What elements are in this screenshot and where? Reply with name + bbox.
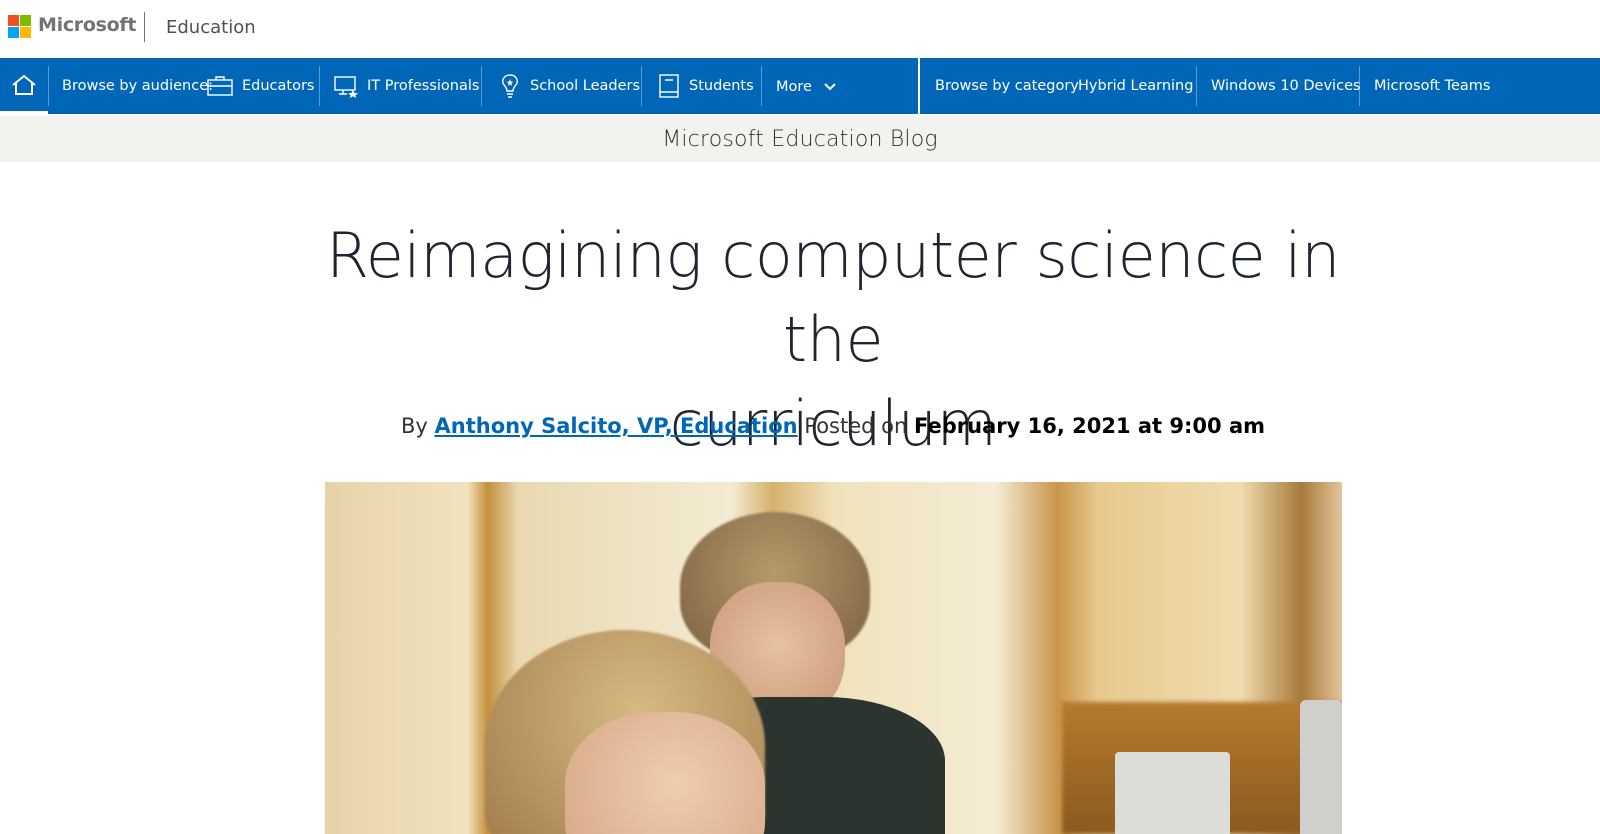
category-item-label: Microsoft Teams xyxy=(1374,78,1491,94)
microsoft-logo-icon[interactable] xyxy=(8,15,31,38)
nav-section-divider xyxy=(918,58,920,114)
audience-label: Browse by audience: xyxy=(62,78,213,94)
posted-prefix: Posted on xyxy=(804,414,908,438)
author-link[interactable]: Anthony Salcito, VP, Education xyxy=(435,414,798,438)
nav-divider xyxy=(641,66,642,106)
brand-bar: Microsoft Education xyxy=(0,0,1600,58)
nav-divider xyxy=(1196,66,1197,106)
lightbulb-icon xyxy=(502,74,518,98)
category-item-hybrid-learning[interactable]: Hybrid Learning xyxy=(1078,58,1193,114)
hero-image-girl-face xyxy=(565,712,765,834)
nav-item-label: Students xyxy=(689,78,754,94)
post-date: February 16, 2021 at 9:00 am xyxy=(914,414,1266,438)
briefcase-icon xyxy=(207,76,233,96)
microsoft-wordmark[interactable]: Microsoft xyxy=(38,14,136,36)
nav-item-school-leaders[interactable]: School Leaders xyxy=(498,58,640,114)
nav-divider xyxy=(481,66,482,106)
chevron-down-icon xyxy=(824,83,836,91)
nav-divider xyxy=(761,66,762,106)
category-item-windows-10-devices[interactable]: Windows 10 Devices xyxy=(1211,58,1361,114)
nav-item-label: Educators xyxy=(242,78,315,94)
nav-item-label: IT Professionals xyxy=(367,78,480,94)
hero-image xyxy=(325,482,1342,834)
more-label: More xyxy=(776,79,812,95)
category-label: Browse by category: xyxy=(935,78,1083,94)
nav-divider xyxy=(1359,66,1360,106)
by-prefix: By xyxy=(400,414,428,438)
nav-item-students[interactable]: Students xyxy=(657,58,754,114)
nav-divider xyxy=(48,66,49,106)
nav-item-it-professionals[interactable]: IT Professionals xyxy=(333,58,479,114)
headline-line-1: Reimagining computer science in the xyxy=(326,219,1340,376)
blog-title-link[interactable]: Microsoft Education Blog xyxy=(662,127,938,152)
education-link[interactable]: Education xyxy=(166,17,256,38)
category-item-microsoft-teams[interactable]: Microsoft Teams xyxy=(1374,58,1490,114)
nav-item-educators[interactable]: Educators xyxy=(206,58,315,114)
devices-icon xyxy=(334,76,358,98)
main-nav: Browse by audience: Educators IT Profess… xyxy=(0,58,1600,114)
hero-image-monitor-edge xyxy=(1300,700,1342,834)
home-button[interactable] xyxy=(0,58,48,114)
more-dropdown[interactable]: More xyxy=(776,59,844,115)
nav-item-label: School Leaders xyxy=(530,78,641,94)
nav-divider xyxy=(319,66,320,106)
hero-image-monitor xyxy=(1115,752,1230,834)
brand-divider xyxy=(144,12,145,42)
book-icon xyxy=(659,74,679,98)
home-icon xyxy=(12,74,36,95)
category-item-label: Hybrid Learning xyxy=(1078,78,1194,94)
category-item-label: Windows 10 Devices xyxy=(1211,78,1361,94)
blog-header: Microsoft Education Blog xyxy=(0,116,1600,162)
article-byline: By Anthony Salcito, VP, Education Posted… xyxy=(300,414,1366,438)
